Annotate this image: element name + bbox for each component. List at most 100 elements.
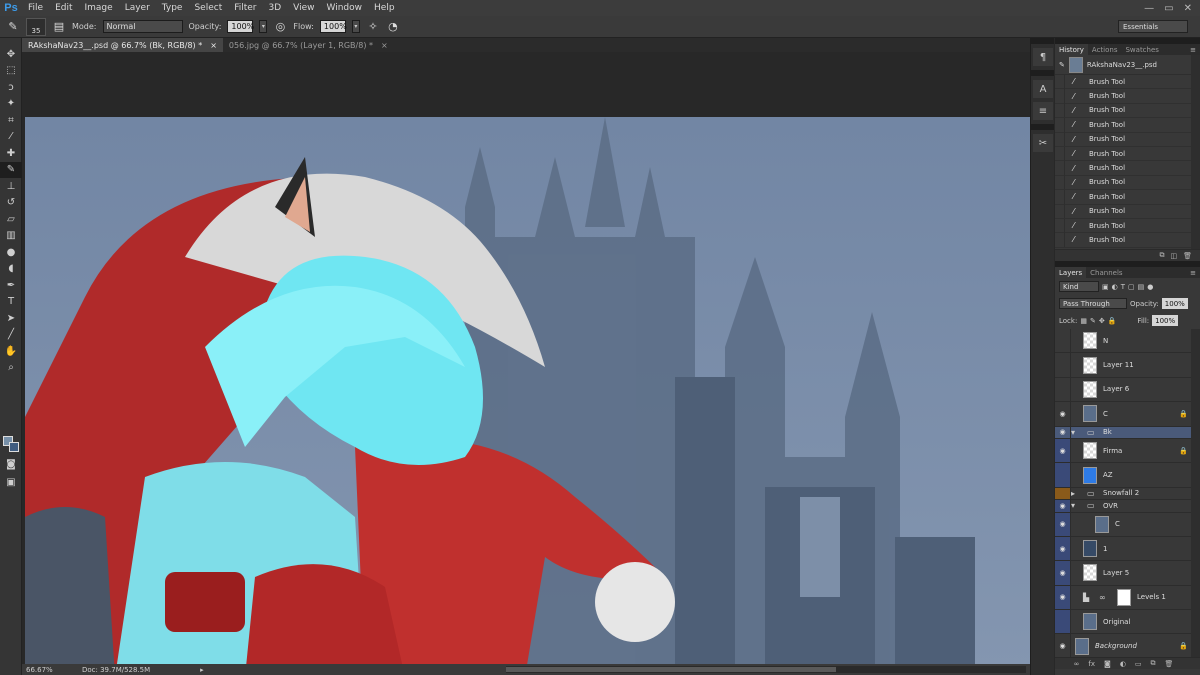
- layer-fill-input[interactable]: 100%: [1152, 315, 1179, 326]
- horizontal-scrollbar[interactable]: [506, 666, 1026, 673]
- layer-row[interactable]: N: [1055, 329, 1200, 354]
- character-panel-icon[interactable]: A: [1033, 80, 1053, 98]
- zoom-tool-icon[interactable]: ⌕: [0, 360, 22, 377]
- filter-toggle-icon[interactable]: ●: [1147, 283, 1153, 291]
- new-document-from-state-icon[interactable]: ⧉: [1159, 251, 1164, 260]
- history-item[interactable]: ⁄ Brush Tool: [1055, 218, 1200, 234]
- visibility-toggle[interactable]: [1055, 463, 1071, 487]
- layer-group-row[interactable]: ▸ ▭ Snowfall 2: [1055, 487, 1200, 501]
- history-source-box[interactable]: [1055, 175, 1065, 190]
- history-source-box[interactable]: [1055, 89, 1065, 104]
- history-source-box[interactable]: [1055, 74, 1065, 89]
- close-button[interactable]: ✕: [1184, 3, 1192, 14]
- brush-size-picker[interactable]: 35: [26, 17, 46, 36]
- tab-document-active[interactable]: RAkshaNav23__.psd @ 66.7% (Bk, RGB/8) * …: [22, 38, 223, 52]
- new-group-icon[interactable]: ▭: [1135, 660, 1142, 668]
- eye-icon[interactable]: ◉: [1055, 438, 1071, 463]
- layer-row[interactable]: ◉ Firma 🔒: [1055, 438, 1200, 464]
- canvas-area[interactable]: [22, 52, 1030, 664]
- history-item[interactable]: ⁄ Brush Tool: [1055, 89, 1200, 104]
- magic-wand-tool-icon[interactable]: ✦: [0, 96, 22, 113]
- lock-all-icon[interactable]: 🔒: [1108, 317, 1117, 325]
- add-mask-icon[interactable]: ◙: [1104, 660, 1111, 668]
- tab-close-icon[interactable]: ×: [210, 41, 217, 50]
- menu-3d[interactable]: 3D: [263, 3, 288, 13]
- layer-style-icon[interactable]: fx: [1088, 660, 1095, 668]
- tool-presets-panel-icon[interactable]: ✂: [1033, 134, 1053, 152]
- filter-shape-icon[interactable]: ▢: [1128, 283, 1135, 291]
- restore-button[interactable]: ▭: [1164, 3, 1173, 14]
- filter-smart-icon[interactable]: ▤: [1138, 283, 1145, 291]
- crop-tool-icon[interactable]: ⌗: [0, 112, 22, 129]
- delete-state-icon[interactable]: 🗑: [1183, 252, 1192, 260]
- quick-mask-icon[interactable]: ◙: [0, 456, 22, 473]
- history-item[interactable]: ⁄ Brush Tool: [1055, 175, 1200, 191]
- layer-row[interactable]: ◉ 1: [1055, 536, 1200, 562]
- link-layers-icon[interactable]: ∞: [1074, 660, 1080, 668]
- layer-row[interactable]: Layer 11: [1055, 353, 1200, 378]
- eyedropper-tool-icon[interactable]: ⁄: [0, 129, 22, 146]
- status-menu-arrow[interactable]: ▸: [200, 666, 204, 674]
- layer-row[interactable]: AZ: [1055, 463, 1200, 488]
- opacity-input[interactable]: 100%: [227, 20, 254, 33]
- menu-edit[interactable]: Edit: [49, 3, 78, 13]
- history-item[interactable]: ⁄ Brush Tool: [1055, 233, 1200, 248]
- new-layer-icon[interactable]: ⧉: [1151, 659, 1156, 668]
- screen-mode-icon[interactable]: ▣: [0, 474, 22, 491]
- delete-layer-icon[interactable]: 🗑: [1165, 660, 1174, 668]
- filter-pixel-icon[interactable]: ▣: [1102, 283, 1109, 291]
- layer-row[interactable]: ◉ Background 🔒: [1055, 634, 1200, 657]
- eye-icon[interactable]: ◉: [1055, 561, 1071, 585]
- history-item[interactable]: ⁄ Brush Tool: [1055, 132, 1200, 147]
- layer-mask-thumbnail[interactable]: [1117, 588, 1131, 606]
- collapse-arrow-icon[interactable]: ▸: [1071, 489, 1083, 498]
- menu-view[interactable]: View: [287, 3, 320, 13]
- menu-help[interactable]: Help: [368, 3, 401, 13]
- eye-icon[interactable]: ◉: [1055, 634, 1071, 657]
- eye-icon[interactable]: ◉: [1055, 402, 1071, 426]
- history-source-box[interactable]: [1055, 204, 1065, 219]
- eye-icon[interactable]: ◉: [1055, 536, 1071, 561]
- menu-file[interactable]: File: [22, 3, 49, 13]
- gradient-tool-icon[interactable]: ▥: [0, 228, 22, 245]
- eye-icon[interactable]: ◉: [1055, 585, 1071, 610]
- history-snapshot[interactable]: ✎ RAkshaNav23__.psd: [1055, 55, 1200, 75]
- panel-menu-icon[interactable]: ≡: [1190, 269, 1200, 277]
- lasso-tool-icon[interactable]: ↄ: [0, 79, 22, 96]
- tab-document[interactable]: 056.jpg @ 66.7% (Layer 1, RGB/8) * ×: [223, 38, 394, 52]
- layer-opacity-input[interactable]: 100%: [1161, 298, 1188, 309]
- lock-image-icon[interactable]: ✎: [1090, 317, 1096, 325]
- expand-arrow-icon[interactable]: ▾: [1071, 501, 1083, 510]
- history-source-box[interactable]: [1055, 161, 1065, 176]
- lock-transparent-icon[interactable]: ▦: [1080, 317, 1087, 325]
- menu-image[interactable]: Image: [79, 3, 119, 13]
- brush-preset-icon[interactable]: ✎: [6, 20, 20, 34]
- healing-brush-tool-icon[interactable]: ✚: [0, 145, 22, 162]
- tab-swatches[interactable]: Swatches: [1121, 44, 1162, 55]
- lock-position-icon[interactable]: ✥: [1099, 317, 1105, 325]
- tab-history[interactable]: History: [1055, 44, 1088, 55]
- new-snapshot-icon[interactable]: ◫: [1170, 252, 1177, 260]
- opacity-dropdown-icon[interactable]: ▾: [259, 20, 268, 33]
- expand-arrow-icon[interactable]: ▾: [1071, 428, 1083, 437]
- history-brush-tool-icon[interactable]: ↺: [0, 195, 22, 212]
- artwork-canvas[interactable]: [25, 117, 1030, 664]
- chain-link-icon[interactable]: ∞: [1099, 593, 1111, 602]
- workspace-switcher[interactable]: Essentials: [1118, 20, 1188, 33]
- flow-input[interactable]: 100%: [319, 20, 347, 33]
- layer-filter-select[interactable]: Kind: [1059, 281, 1099, 292]
- path-selection-tool-icon[interactable]: ➤: [0, 310, 22, 327]
- layer-row[interactable]: ◉ C: [1055, 512, 1200, 537]
- layer-group-row[interactable]: ◉ ▾ ▭ OVR: [1055, 500, 1200, 513]
- brush-panel-icon[interactable]: ▤: [52, 20, 66, 34]
- history-source-box[interactable]: [1055, 189, 1065, 204]
- history-item[interactable]: ⁄ Brush Tool: [1055, 204, 1200, 219]
- dodge-tool-icon[interactable]: ◖: [0, 261, 22, 278]
- menu-layer[interactable]: Layer: [119, 3, 156, 13]
- type-tool-icon[interactable]: T: [0, 294, 22, 311]
- paragraph-panel-icon[interactable]: ¶: [1033, 48, 1053, 66]
- history-source-box[interactable]: [1055, 103, 1065, 118]
- layer-row[interactable]: ◉ Layer 5: [1055, 561, 1200, 586]
- panel-menu-icon[interactable]: ≡: [1190, 46, 1200, 54]
- tab-close-icon[interactable]: ×: [381, 41, 388, 50]
